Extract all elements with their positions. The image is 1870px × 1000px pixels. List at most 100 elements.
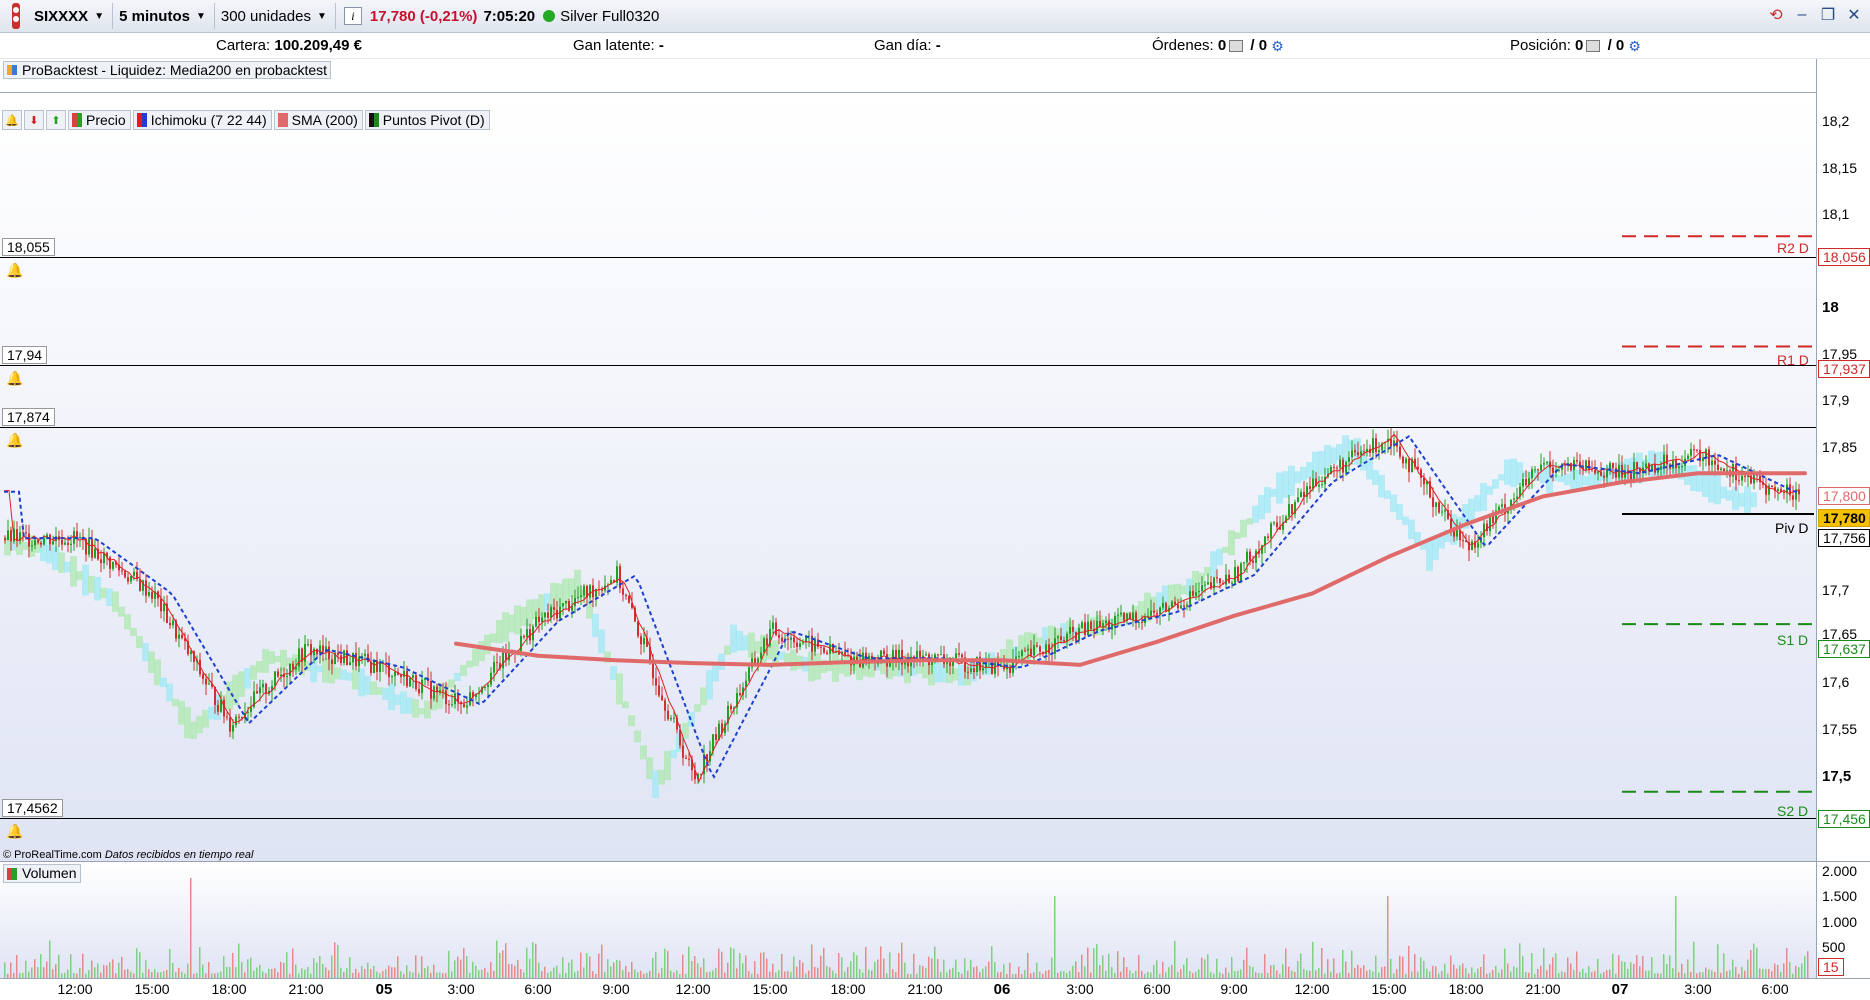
volume-bar: [1588, 966, 1590, 978]
candle-body: [307, 644, 309, 646]
kumo-segment: [664, 750, 671, 781]
volume-bar: [676, 970, 678, 978]
volume-bar: [79, 967, 81, 978]
volume-bar: [55, 964, 57, 978]
units-selector[interactable]: 300 unidades ▼: [215, 3, 336, 29]
kumo-segment: [670, 749, 677, 759]
kumo-segment: [1264, 487, 1271, 513]
time-label: 3:00: [447, 981, 475, 997]
volume-bar: [1009, 962, 1011, 978]
candle-body: [394, 671, 396, 677]
candle-body: [1318, 484, 1320, 487]
time-label: 15:00: [752, 981, 788, 997]
volume-bar: [985, 966, 987, 978]
candle-body: [172, 620, 174, 626]
volume-bar: [1288, 966, 1290, 978]
candle-body: [1645, 463, 1647, 468]
legend-precio[interactable]: Precio: [68, 110, 131, 130]
alert-line-3[interactable]: [0, 427, 1816, 428]
gear-icon[interactable]: ⚙: [1628, 38, 1641, 55]
bell-icon[interactable]: 🔔: [6, 431, 24, 449]
candle-body: [622, 588, 624, 595]
bell-icon[interactable]: 🔔: [6, 369, 24, 387]
time-label: 6:00: [524, 981, 552, 997]
timeframe-selector[interactable]: 5 minutos ▼: [113, 3, 215, 29]
volume-bar: [1360, 967, 1362, 978]
volume-bar: [34, 959, 36, 978]
volume-bar: [853, 952, 855, 978]
volume-bar: [253, 970, 255, 978]
kumo-segment: [1426, 539, 1433, 572]
candle-body: [1084, 622, 1086, 636]
bell-icon[interactable]: 🔔: [6, 261, 24, 279]
volume-bar: [433, 964, 435, 978]
bell-icon[interactable]: 🔔: [6, 822, 24, 840]
candle-body: [826, 652, 828, 654]
kumo-segment: [790, 649, 797, 671]
candle-body: [1072, 626, 1074, 632]
positions-box-icon[interactable]: [1586, 40, 1601, 53]
volume-bar: [1252, 966, 1254, 978]
candle-body: [331, 659, 333, 665]
volume-bar: [1453, 964, 1455, 978]
candle-body: [1543, 463, 1545, 465]
candle-body: [1252, 560, 1254, 563]
candle-body: [232, 725, 234, 732]
volume-bar: [1141, 970, 1143, 978]
candle-body: [550, 607, 552, 618]
restore-icon[interactable]: ❐: [1818, 5, 1838, 25]
candle-body: [1405, 458, 1407, 464]
upload-icon[interactable]: ⬆: [46, 110, 66, 130]
candle-body: [148, 592, 150, 596]
candle-body: [379, 662, 381, 672]
volume-bar: [1243, 959, 1245, 978]
download-icon[interactable]: ⬇: [24, 110, 44, 130]
symbol-selector[interactable]: SIXXXX ▼: [28, 3, 114, 29]
precio-swatch-icon: [72, 113, 82, 127]
orders-box-icon[interactable]: [1229, 40, 1244, 53]
candle-body: [1402, 456, 1404, 464]
kumo-segment: [622, 701, 629, 709]
volume-bar: [16, 955, 18, 978]
volume-bar: [631, 961, 633, 978]
volume-bar: [955, 959, 957, 978]
gear-icon[interactable]: ⚙: [1271, 38, 1284, 55]
alert-line-4[interactable]: [0, 818, 1816, 819]
volume-bar: [112, 959, 114, 978]
probacktest-label[interactable]: ProBacktest - Liquidez: Media200 en prob…: [3, 61, 332, 79]
volume-bar: [1276, 970, 1278, 978]
legend-ichimoku[interactable]: Ichimoku (7 22 44): [132, 110, 272, 130]
candle-body: [406, 671, 408, 687]
alert-line-2[interactable]: [0, 365, 1816, 366]
kumo-segment: [466, 660, 473, 668]
candle-body: [1333, 467, 1335, 469]
candle-body: [937, 654, 939, 656]
candle-body: [358, 657, 360, 667]
info-icon[interactable]: i: [343, 7, 362, 25]
volume-bar: [877, 959, 879, 978]
close-icon[interactable]: ✕: [1844, 5, 1864, 25]
alert-line-1[interactable]: [0, 257, 1816, 258]
candle-body: [31, 545, 33, 547]
alert-line-3-label: 17,874: [2, 408, 55, 426]
candle-body: [1600, 471, 1602, 476]
volume-bar: [832, 970, 834, 978]
minimize-icon[interactable]: –: [1792, 6, 1812, 24]
legend-sma[interactable]: SMA (200): [273, 110, 363, 130]
volume-bar: [967, 970, 969, 978]
volume-bar: [1048, 969, 1050, 978]
volume-bar: [247, 959, 249, 978]
kumo-segment: [448, 679, 455, 688]
volume-bar: [949, 969, 951, 978]
volume-tick: 2.000: [1822, 863, 1858, 879]
legend-pivot[interactable]: Puntos Pivot (D): [364, 110, 490, 130]
candle-body: [493, 661, 495, 673]
candle-body: [163, 603, 165, 612]
refresh-icon[interactable]: ⟲: [1766, 5, 1786, 25]
candle-body: [1270, 523, 1272, 538]
bell-settings-icon[interactable]: 🔔: [2, 110, 22, 130]
volume-label[interactable]: Volumen: [3, 864, 82, 883]
kumo-segment: [208, 706, 215, 720]
volume-bar: [1390, 958, 1392, 978]
volume-bar: [124, 969, 126, 978]
